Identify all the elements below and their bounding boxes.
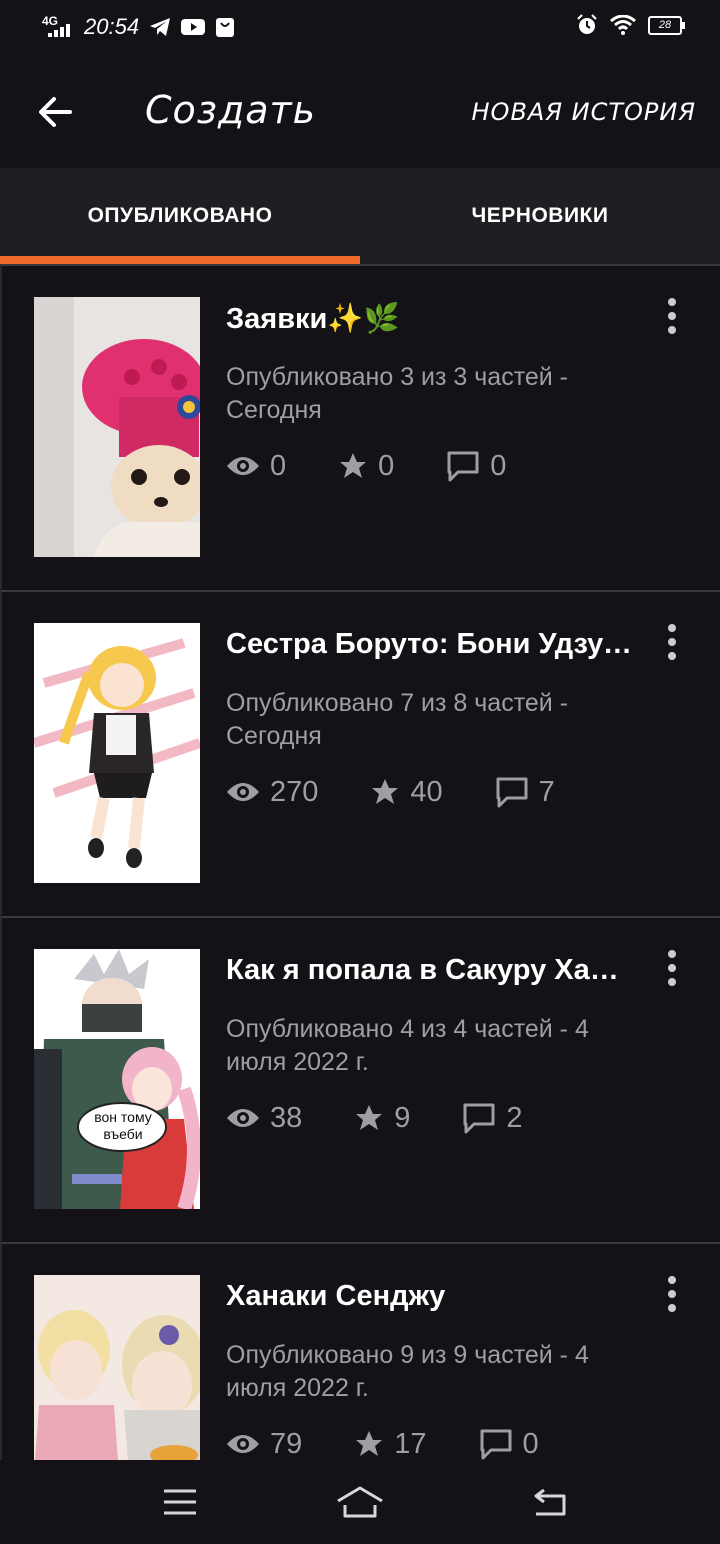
eye-icon [227,1435,259,1453]
tab-drafts[interactable]: ЧЕРНОВИКИ [360,168,720,264]
cover-anime-girls-image [34,1275,200,1460]
app-bar: Создать НОВАЯ ИСТОРИЯ [0,58,720,168]
comment-icon [447,451,479,482]
votes-count: 9 [394,1101,411,1134]
back-button[interactable] [30,86,82,138]
home-icon [337,1486,383,1518]
eye-icon [227,783,259,801]
votes-stat: 0 [338,450,394,483]
votes-count: 40 [410,775,443,808]
new-story-button[interactable]: НОВАЯ ИСТОРИЯ [472,98,697,126]
page-title: Создать [145,88,317,132]
story-stats: 270 40 7 [226,772,607,812]
back-nav-icon [534,1488,566,1516]
comments-count: 0 [522,1427,539,1460]
tab-indicator [0,256,360,264]
tab-bar: ОПУБЛИКОВАНО ЧЕРНОВИКИ [0,168,720,264]
comments-count: 0 [490,449,507,482]
story-title[interactable]: Ханаки Сенджу [226,1280,636,1313]
eye-icon [227,1109,259,1127]
youtube-icon [181,19,206,35]
cover-anime-girl-image [34,623,200,883]
comments-stat: 0 [446,450,506,483]
status-bar: 4G 20:54 28 [0,0,720,58]
story-cover[interactable] [34,297,200,557]
story-cover[interactable] [34,1275,200,1460]
comment-icon [496,777,528,808]
votes-stat: 17 [354,1427,427,1461]
star-icon [372,779,399,804]
votes-count: 17 [394,1427,427,1460]
home-button[interactable] [330,1478,390,1526]
views-stat: 79 [226,1428,302,1461]
comments-stat: 2 [462,1101,523,1135]
votes-stat: 9 [354,1102,410,1135]
more-options-button[interactable] [660,1274,684,1314]
votes-stat: 40 [370,775,443,809]
clock: 20:54 [84,14,140,39]
star-icon [340,453,367,478]
battery-level: 28 [658,18,672,31]
views-stat: 0 [226,450,286,483]
tab-published[interactable]: ОПУБЛИКОВАНО [0,168,360,264]
back-nav-button[interactable] [520,1478,580,1526]
story-stats: 0 0 0 [226,446,558,486]
story-meta: Опубликовано 4 из 4 частей - 4 июля 2022… [226,1015,589,1076]
eye-icon [227,457,259,475]
views-stat: 38 [226,1102,302,1135]
comments-count: 2 [506,1101,523,1134]
comments-count: 7 [538,775,555,808]
comment-icon [463,1103,495,1134]
wifi-icon [610,15,636,35]
more-options-button[interactable] [660,622,684,662]
shopping-bag-icon [216,18,235,37]
story-card[interactable]: Сестра Боруто: Бони Удзумаки Опубликован… [0,590,720,915]
story-stats: 38 9 2 [226,1098,575,1138]
story-title[interactable]: Заявки✨🌿 [226,302,636,336]
cover-caption: вон тому въеби [94,1109,152,1142]
comments-stat: 0 [479,1428,539,1461]
cover-dog-in-croc-image [34,297,200,557]
votes-count: 0 [378,449,395,482]
cellular-signal-icon: 4G [40,14,74,40]
menu-button[interactable] [150,1478,210,1526]
cover-anime-duo-image [34,949,200,1209]
views-count: 79 [270,1427,303,1460]
menu-icon [164,1489,196,1515]
views-count: 270 [270,775,319,808]
arrow-left-icon [39,97,72,127]
story-card[interactable]: вон тому въеби Как я попала в Сакуру Хар… [0,916,720,1241]
system-nav-bar [0,1460,720,1544]
views-count: 0 [270,449,287,482]
story-card[interactable]: Заявки✨🌿 Опубликовано 3 из 3 частей - Се… [0,264,720,589]
more-options-button[interactable] [660,948,684,988]
story-meta: Опубликовано 7 из 8 частей - Сегодня [226,689,569,750]
story-stats: 79 17 0 [226,1424,591,1460]
story-cover[interactable] [34,623,200,883]
story-cover[interactable]: вон тому въеби [34,949,200,1209]
story-title[interactable]: Как я попала в Сакуру Харуно [226,954,636,987]
story-title[interactable]: Сестра Боруто: Бони Удзумаки [226,628,636,661]
alarm-icon [577,14,597,34]
views-stat: 270 [226,776,318,809]
story-card[interactable]: Ханаки Сенджу Опубликовано 9 из 9 частей… [0,1242,720,1460]
story-list[interactable]: Заявки✨🌿 Опубликовано 3 из 3 частей - Се… [0,264,720,1460]
story-meta: Опубликовано 3 из 3 частей - Сегодня [226,363,569,424]
star-icon [356,1105,383,1130]
views-count: 38 [270,1101,303,1134]
star-icon [356,1431,383,1456]
comment-icon [480,1429,512,1460]
battery-icon: 28 [648,15,685,35]
more-options-button[interactable] [660,296,684,336]
comments-stat: 7 [495,776,555,809]
story-meta: Опубликовано 9 из 9 частей - 4 июля 2022… [226,1341,589,1402]
telegram-icon [150,18,171,36]
